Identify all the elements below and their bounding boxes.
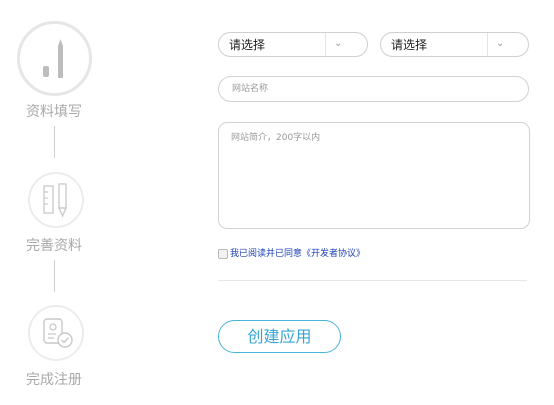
select-value: 请选择: [391, 38, 428, 52]
pen-icon: [43, 39, 63, 78]
divider: [218, 280, 527, 281]
site-intro-textarea[interactable]: [218, 122, 530, 229]
chevron-down-icon[interactable]: ⌄: [496, 38, 504, 49]
create-app-button[interactable]: 创建应用: [218, 320, 341, 353]
step-2-label: 完善资料: [26, 238, 82, 254]
category-select-secondary[interactable]: 请选择 ⌄: [380, 32, 529, 57]
select-divider: [325, 33, 326, 56]
step-2-icon-circle: [28, 172, 84, 228]
step-3-icon-circle: [28, 305, 84, 361]
checked-document-icon: [43, 318, 73, 348]
chevron-down-icon[interactable]: ⌄: [334, 38, 342, 49]
step-1-label: 资料填写: [26, 104, 82, 120]
site-name-input[interactable]: [218, 76, 529, 102]
select-value: 请选择: [229, 38, 266, 52]
step-1-icon-circle: [17, 21, 92, 96]
agreement-link[interactable]: 我已阅读并已同意《开发者协议》: [230, 249, 365, 260]
category-select-primary[interactable]: 请选择 ⌄: [218, 32, 368, 57]
select-divider: [487, 33, 488, 56]
step-connector: [54, 260, 55, 292]
ruler-pencil-icon: [43, 183, 67, 218]
agreement-checkbox[interactable]: [218, 249, 228, 259]
step-3-label: 完成注册: [26, 372, 82, 388]
step-connector: [54, 126, 55, 158]
